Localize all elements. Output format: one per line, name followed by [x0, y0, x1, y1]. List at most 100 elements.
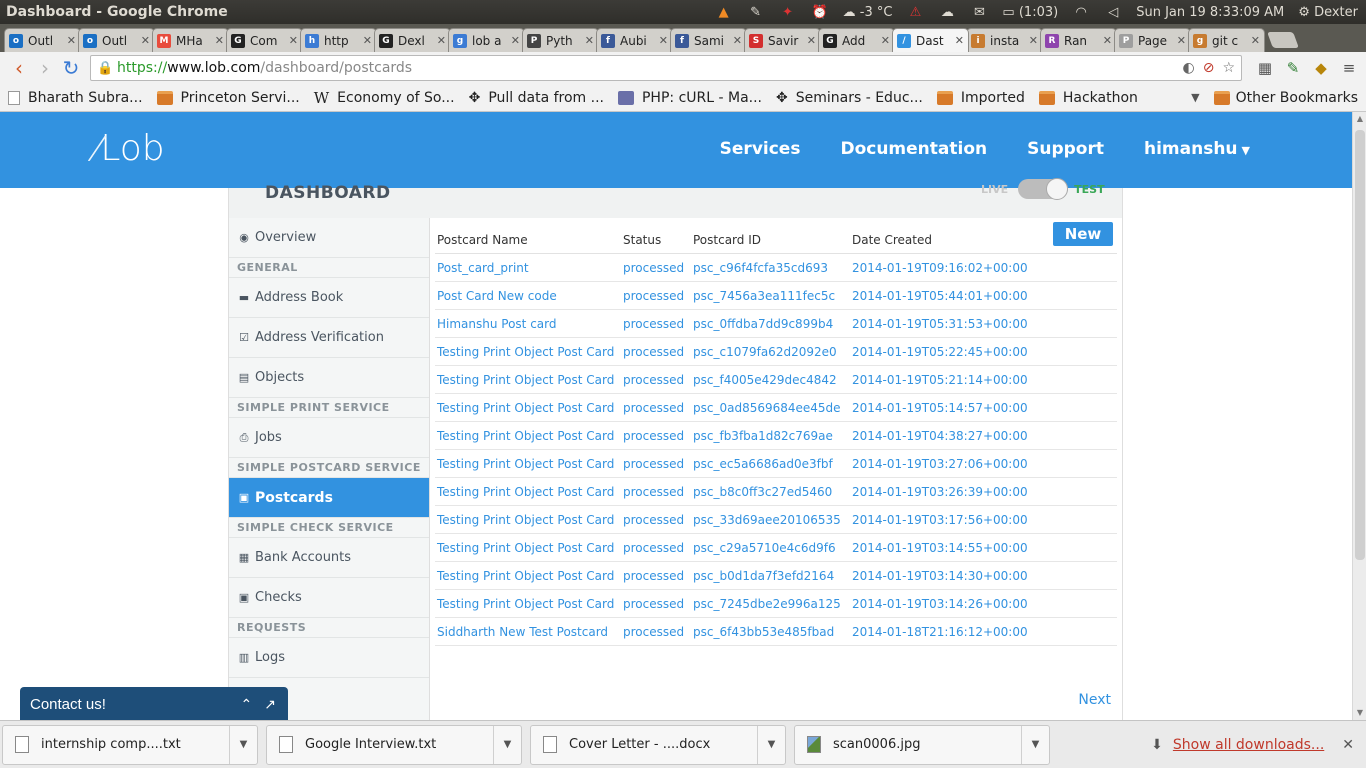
- postcard-name-link[interactable]: Testing Print Object Post Card: [435, 373, 623, 387]
- table-row[interactable]: Testing Print Object Post Card processed p…: [435, 366, 1117, 394]
- vlc-icon[interactable]: ▲: [715, 4, 733, 20]
- expand-icon[interactable]: ↗: [264, 696, 276, 713]
- download-menu-caret-icon[interactable]: ▼: [757, 725, 785, 764]
- tab-close-icon[interactable]: ✕: [881, 34, 890, 47]
- postcard-id-link[interactable]: psc_0ad8569684ee45de: [693, 401, 852, 415]
- table-row[interactable]: Himanshu Post card processed psc_0ffdba7dd…: [435, 310, 1117, 338]
- bookmark-item[interactable]: Hackathon: [1038, 90, 1138, 106]
- tab-close-icon[interactable]: ✕: [289, 34, 298, 47]
- postcard-id-link[interactable]: psc_7245dbe2e996a125: [693, 597, 852, 611]
- tab-close-icon[interactable]: ✕: [1103, 34, 1112, 47]
- chevron-up-icon[interactable]: ⌃: [241, 696, 253, 713]
- postcard-name-link[interactable]: Himanshu Post card: [435, 317, 623, 331]
- table-row[interactable]: Testing Print Object Post Card processed p…: [435, 590, 1117, 618]
- toggle-switch[interactable]: [1018, 178, 1069, 200]
- table-row[interactable]: Testing Print Object Post Card processed p…: [435, 534, 1117, 562]
- browser-tab[interactable]: f Aubi ✕: [596, 28, 673, 52]
- browser-tab[interactable]: / Dast ✕: [892, 28, 969, 52]
- bookmark-item[interactable]: Princeton Servi...: [156, 90, 300, 106]
- mail-icon[interactable]: ✉: [970, 4, 988, 20]
- scroll-down-icon[interactable]: ▼: [1353, 706, 1366, 720]
- download-menu-caret-icon[interactable]: ▼: [229, 725, 257, 764]
- extension-basket-icon[interactable]: ◆: [1310, 59, 1332, 77]
- back-button[interactable]: ‹: [6, 55, 32, 81]
- bookmark-item[interactable]: ✥ Pull data from ...: [469, 90, 604, 106]
- postcard-id-link[interactable]: psc_c1079fa62d2092e0: [693, 345, 852, 359]
- tab-close-icon[interactable]: ✕: [363, 34, 372, 47]
- postcard-id-link[interactable]: psc_c96f4fcfa35cd693: [693, 261, 852, 275]
- table-row[interactable]: Testing Print Object Post Card processed p…: [435, 422, 1117, 450]
- tab-close-icon[interactable]: ✕: [215, 34, 224, 47]
- blocked-icon[interactable]: ⊘: [1203, 60, 1215, 76]
- evernote-icon[interactable]: ✎: [1282, 59, 1304, 77]
- bookmark-item[interactable]: W Economy of So...: [314, 90, 455, 106]
- sidebar-item-address-verification[interactable]: ☑ Address Verification: [229, 318, 429, 358]
- sidebar-item-address-book[interactable]: ▬ Address Book: [229, 278, 429, 318]
- bookmark-item[interactable]: Imported: [936, 90, 1025, 106]
- postcard-name-link[interactable]: Post Card New code: [435, 289, 623, 303]
- browser-tab[interactable]: R Ran ✕: [1040, 28, 1117, 52]
- browser-tab[interactable]: g lob a ✕: [448, 28, 525, 52]
- download-item[interactable]: scan0006.jpg ▼: [794, 724, 1050, 765]
- nav-documentation[interactable]: Documentation: [840, 139, 987, 159]
- contact-us-widget[interactable]: Contact us! ⌃ ↗: [20, 687, 288, 720]
- browser-tab[interactable]: f Sami ✕: [670, 28, 747, 52]
- wifi-icon[interactable]: ◠: [1072, 4, 1090, 20]
- new-postcard-button[interactable]: New: [1053, 222, 1113, 246]
- pin-icon[interactable]: ✦: [779, 4, 797, 20]
- browser-tab[interactable]: G Dexl ✕: [374, 28, 451, 52]
- edit-icon[interactable]: ✎: [747, 4, 765, 20]
- postcard-name-link[interactable]: Siddharth New Test Postcard: [435, 625, 623, 639]
- download-item[interactable]: Google Interview.txt ▼: [266, 724, 522, 765]
- forward-button[interactable]: ›: [32, 55, 58, 81]
- table-row[interactable]: Testing Print Object Post Card processed p…: [435, 506, 1117, 534]
- tab-close-icon[interactable]: ✕: [437, 34, 446, 47]
- postcard-id-link[interactable]: psc_c29a5710e4c6d9f6: [693, 541, 852, 555]
- sidebar-item-postcards[interactable]: ▣ Postcards: [229, 478, 429, 518]
- other-bookmarks[interactable]: Other Bookmarks: [1213, 90, 1358, 106]
- browser-tab[interactable]: h http ✕: [300, 28, 377, 52]
- browser-tab[interactable]: g git c ✕: [1188, 28, 1265, 52]
- extension-icon[interactable]: ▦: [1254, 59, 1276, 77]
- postcard-id-link[interactable]: psc_ec5a6686ad0e3fbf: [693, 457, 852, 471]
- tab-close-icon[interactable]: ✕: [67, 34, 76, 47]
- tab-close-icon[interactable]: ✕: [733, 34, 742, 47]
- browser-tab[interactable]: o Outl ✕: [78, 28, 155, 52]
- tab-close-icon[interactable]: ✕: [955, 34, 964, 47]
- lob-logo[interactable]: /// Lob: [86, 128, 165, 169]
- lightbulb-icon[interactable]: ◐: [1182, 60, 1194, 76]
- sidebar-item-logs[interactable]: ▥ Logs: [229, 638, 429, 678]
- user-menu[interactable]: ⚙ Dexter: [1298, 5, 1358, 20]
- show-all-downloads-link[interactable]: Show all downloads...: [1173, 737, 1324, 753]
- browser-tab[interactable]: G Add ✕: [818, 28, 895, 52]
- download-menu-caret-icon[interactable]: ▼: [1021, 725, 1049, 764]
- page-scrollbar[interactable]: ▲ ▼: [1352, 112, 1366, 720]
- download-item[interactable]: internship comp....txt ▼: [2, 724, 258, 765]
- tab-close-icon[interactable]: ✕: [141, 34, 150, 47]
- bookmarks-overflow-icon[interactable]: ▼: [1191, 91, 1199, 104]
- browser-tab[interactable]: G Com ✕: [226, 28, 303, 52]
- bookmark-item[interactable]: ✥ Seminars - Educ...: [776, 90, 923, 106]
- postcard-name-link[interactable]: Testing Print Object Post Card: [435, 401, 623, 415]
- scroll-up-icon[interactable]: ▲: [1353, 112, 1366, 126]
- scroll-thumb[interactable]: [1355, 130, 1365, 560]
- close-icon[interactable]: ✕: [1342, 737, 1354, 753]
- postcard-name-link[interactable]: Testing Print Object Post Card: [435, 345, 623, 359]
- postcard-id-link[interactable]: psc_b0d1da7f3efd2164: [693, 569, 852, 583]
- address-bar[interactable]: 🔒 https://www.lob.com/dashboard/postcard…: [90, 55, 1242, 81]
- sidebar-item-bank-accounts[interactable]: ▦ Bank Accounts: [229, 538, 429, 578]
- browser-tab[interactable]: M MHa ✕: [152, 28, 229, 52]
- table-row[interactable]: Testing Print Object Post Card processed p…: [435, 338, 1117, 366]
- postcard-name-link[interactable]: Testing Print Object Post Card: [435, 429, 623, 443]
- table-row[interactable]: Siddharth New Test Postcard processed psc_…: [435, 618, 1117, 646]
- table-row[interactable]: Testing Print Object Post Card processed p…: [435, 450, 1117, 478]
- postcard-name-link[interactable]: Testing Print Object Post Card: [435, 569, 623, 583]
- live-test-toggle[interactable]: LIVE TEST: [981, 178, 1105, 200]
- warning-icon[interactable]: ⚠: [906, 4, 924, 20]
- table-row[interactable]: Testing Print Object Post Card processed p…: [435, 478, 1117, 506]
- table-row[interactable]: Testing Print Object Post Card processed p…: [435, 562, 1117, 590]
- browser-tab[interactable]: S Savir ✕: [744, 28, 821, 52]
- sidebar-item-checks[interactable]: ▣ Checks: [229, 578, 429, 618]
- postcard-name-link[interactable]: Testing Print Object Post Card: [435, 541, 623, 555]
- tab-close-icon[interactable]: ✕: [585, 34, 594, 47]
